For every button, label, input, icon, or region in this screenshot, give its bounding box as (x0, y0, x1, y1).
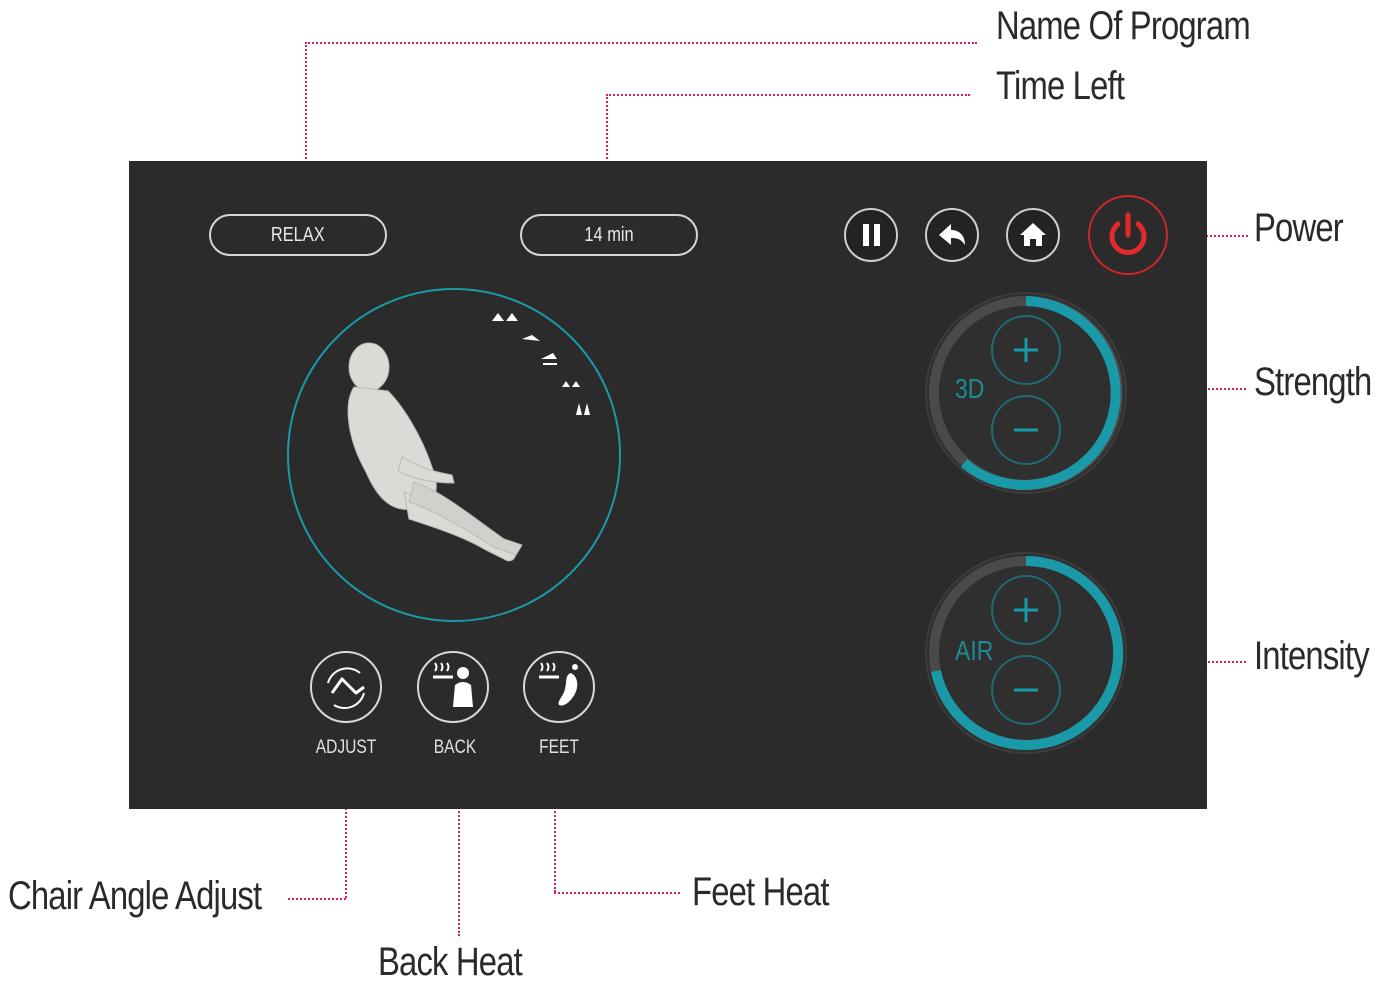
adjust-button[interactable] (310, 651, 382, 723)
seated-body-figure (347, 342, 523, 562)
pause-icon (863, 224, 880, 246)
program-name-pill: RELAX (209, 214, 387, 256)
home-icon (1020, 223, 1046, 246)
chair-angle-icon (327, 667, 365, 710)
plus-icon (1014, 598, 1038, 622)
minus-icon (1014, 688, 1038, 692)
feet-heat-label: FEET (539, 737, 579, 758)
callout-back-heat: Back Heat (378, 940, 523, 984)
plus-icon (1014, 338, 1038, 362)
time-left-pill: 14 min (520, 214, 698, 256)
callout-time-left: Time Left (996, 64, 1125, 108)
callout-strength: Strength (1254, 360, 1372, 404)
callout-feet-heat: Feet Heat (692, 870, 829, 914)
callout-intensity: Intensity (1254, 634, 1370, 678)
leader-name-h (305, 42, 977, 44)
strength-dial-label: 3D (955, 373, 985, 404)
body-part-icons (492, 313, 590, 415)
power-button[interactable] (1088, 195, 1168, 275)
power-icon (1109, 212, 1147, 255)
back-heat-icon (433, 662, 473, 707)
leader-time-h (606, 94, 970, 96)
back-arrow-icon (939, 224, 965, 245)
back-heat-button[interactable] (417, 651, 489, 723)
massage-chair-control-panel: RELAX 14 min 3D AIR ADJUST BACK FEET (129, 161, 1207, 809)
callout-chair-angle-adjust: Chair Angle Adjust (8, 874, 262, 918)
leader-feet-h (554, 892, 680, 894)
strength-minus-button[interactable] (991, 395, 1061, 465)
feet-heat-button[interactable] (523, 651, 595, 723)
callout-name-of-program: Name Of Program (996, 4, 1251, 48)
minus-icon (1014, 428, 1038, 432)
callout-power: Power (1254, 206, 1344, 250)
home-button[interactable] (1006, 208, 1060, 262)
pause-button[interactable] (844, 208, 898, 262)
intensity-dial-label: AIR (955, 635, 994, 666)
time-left-value: 14 min (584, 224, 634, 246)
intensity-minus-button[interactable] (991, 655, 1061, 725)
body-zone-display (287, 288, 621, 622)
back-heat-label: BACK (433, 737, 477, 758)
leader-adjust-h (288, 898, 346, 900)
program-name: RELAX (271, 224, 325, 246)
adjust-label: ADJUST (315, 737, 377, 758)
strength-plus-button[interactable] (991, 315, 1061, 385)
feet-heat-icon (539, 662, 578, 706)
intensity-plus-button[interactable] (991, 575, 1061, 645)
back-button[interactable] (925, 208, 979, 262)
